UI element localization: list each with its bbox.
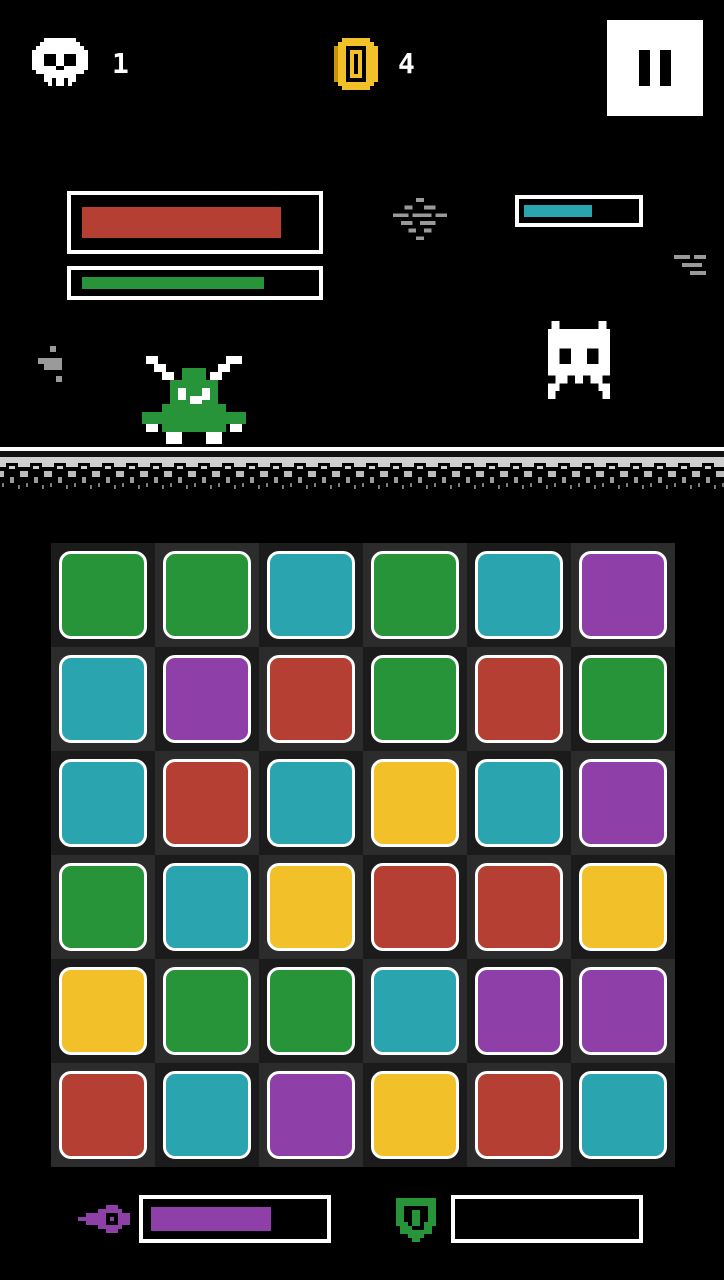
magic-bar xyxy=(139,1195,331,1243)
pause-icon-bar-right xyxy=(660,50,671,86)
purple-fireball-icon[interactable] xyxy=(78,1205,130,1233)
teal-gem[interactable] xyxy=(267,551,355,639)
purple-gem[interactable] xyxy=(579,967,667,1055)
board-cell xyxy=(51,543,155,647)
coin-icon xyxy=(334,38,378,90)
green-gem[interactable] xyxy=(579,655,667,743)
player-stamina-fill xyxy=(82,277,264,289)
board-cell xyxy=(155,855,259,959)
purple-gem[interactable] xyxy=(579,759,667,847)
teal-gem[interactable] xyxy=(371,967,459,1055)
board-cell xyxy=(571,959,675,1063)
board-cell xyxy=(571,751,675,855)
green-gem[interactable] xyxy=(371,551,459,639)
player-health-fill xyxy=(82,207,281,238)
green-gem[interactable] xyxy=(267,967,355,1055)
board-cell xyxy=(51,959,155,1063)
board-cell xyxy=(467,1063,571,1167)
space-debris-2 xyxy=(674,255,706,275)
board-cell xyxy=(259,959,363,1063)
board-cell xyxy=(363,647,467,751)
green-gem[interactable] xyxy=(59,551,147,639)
teal-gem[interactable] xyxy=(163,1071,251,1159)
yellow-gem[interactable] xyxy=(59,967,147,1055)
magic-fill xyxy=(151,1207,271,1231)
board-cell xyxy=(571,647,675,751)
yellow-gem[interactable] xyxy=(371,759,459,847)
board-cell xyxy=(155,959,259,1063)
board-cell xyxy=(571,1063,675,1167)
board-cell xyxy=(51,855,155,959)
player-health-bar xyxy=(67,191,323,254)
teal-gem[interactable] xyxy=(163,863,251,951)
purple-gem[interactable] xyxy=(163,655,251,743)
red-gem[interactable] xyxy=(371,863,459,951)
purple-gem[interactable] xyxy=(267,1071,355,1159)
board-cell xyxy=(155,543,259,647)
board-cell xyxy=(51,751,155,855)
shield-bar xyxy=(451,1195,643,1243)
board-cell xyxy=(363,751,467,855)
board-cell xyxy=(571,543,675,647)
board-cell xyxy=(259,751,363,855)
green-gem[interactable] xyxy=(163,967,251,1055)
board-cell xyxy=(51,1063,155,1167)
yellow-gem[interactable] xyxy=(267,863,355,951)
ground-strip xyxy=(0,447,724,495)
teal-gem[interactable] xyxy=(475,759,563,847)
green-gem[interactable] xyxy=(371,655,459,743)
red-gem[interactable] xyxy=(475,1071,563,1159)
board-cell xyxy=(571,855,675,959)
board-cell xyxy=(155,751,259,855)
purple-gem[interactable] xyxy=(475,967,563,1055)
purple-gem[interactable] xyxy=(579,551,667,639)
space-debris-1 xyxy=(393,198,447,241)
board-cell xyxy=(467,543,571,647)
red-gem[interactable] xyxy=(163,759,251,847)
board-cell xyxy=(259,855,363,959)
teal-gem[interactable] xyxy=(59,655,147,743)
board-cell xyxy=(155,647,259,751)
player-character xyxy=(142,356,246,444)
red-gem[interactable] xyxy=(267,655,355,743)
red-gem[interactable] xyxy=(475,863,563,951)
enemy-character xyxy=(547,321,611,399)
enemy-health-fill xyxy=(524,205,592,217)
red-gem[interactable] xyxy=(475,655,563,743)
pause-button[interactable] xyxy=(607,20,703,116)
coin-count: 4 xyxy=(398,47,415,80)
teal-gem[interactable] xyxy=(59,759,147,847)
space-debris-3 xyxy=(38,346,62,382)
yellow-gem[interactable] xyxy=(579,863,667,951)
teal-gem[interactable] xyxy=(475,551,563,639)
player-stamina-bar xyxy=(67,266,323,300)
board-cell xyxy=(363,855,467,959)
teal-gem[interactable] xyxy=(267,759,355,847)
board-cell xyxy=(467,647,571,751)
board-cell xyxy=(467,855,571,959)
skull-count: 1 xyxy=(112,47,129,80)
pause-icon-bar-left xyxy=(639,50,650,86)
skull-icon xyxy=(32,38,88,86)
board-cell xyxy=(467,751,571,855)
red-gem[interactable] xyxy=(59,1071,147,1159)
board-cell xyxy=(363,543,467,647)
board-cell xyxy=(363,959,467,1063)
yellow-gem[interactable] xyxy=(371,1071,459,1159)
board-cell xyxy=(259,543,363,647)
enemy-health-bar xyxy=(515,195,643,227)
green-shield-icon[interactable] xyxy=(396,1198,436,1242)
game-board xyxy=(51,543,675,1167)
board-cell xyxy=(51,647,155,751)
board-cell xyxy=(155,1063,259,1167)
board-cell xyxy=(259,647,363,751)
green-gem[interactable] xyxy=(163,551,251,639)
board-cell xyxy=(259,1063,363,1167)
green-gem[interactable] xyxy=(59,863,147,951)
teal-gem[interactable] xyxy=(579,1071,667,1159)
board-cell xyxy=(467,959,571,1063)
board-cell xyxy=(363,1063,467,1167)
